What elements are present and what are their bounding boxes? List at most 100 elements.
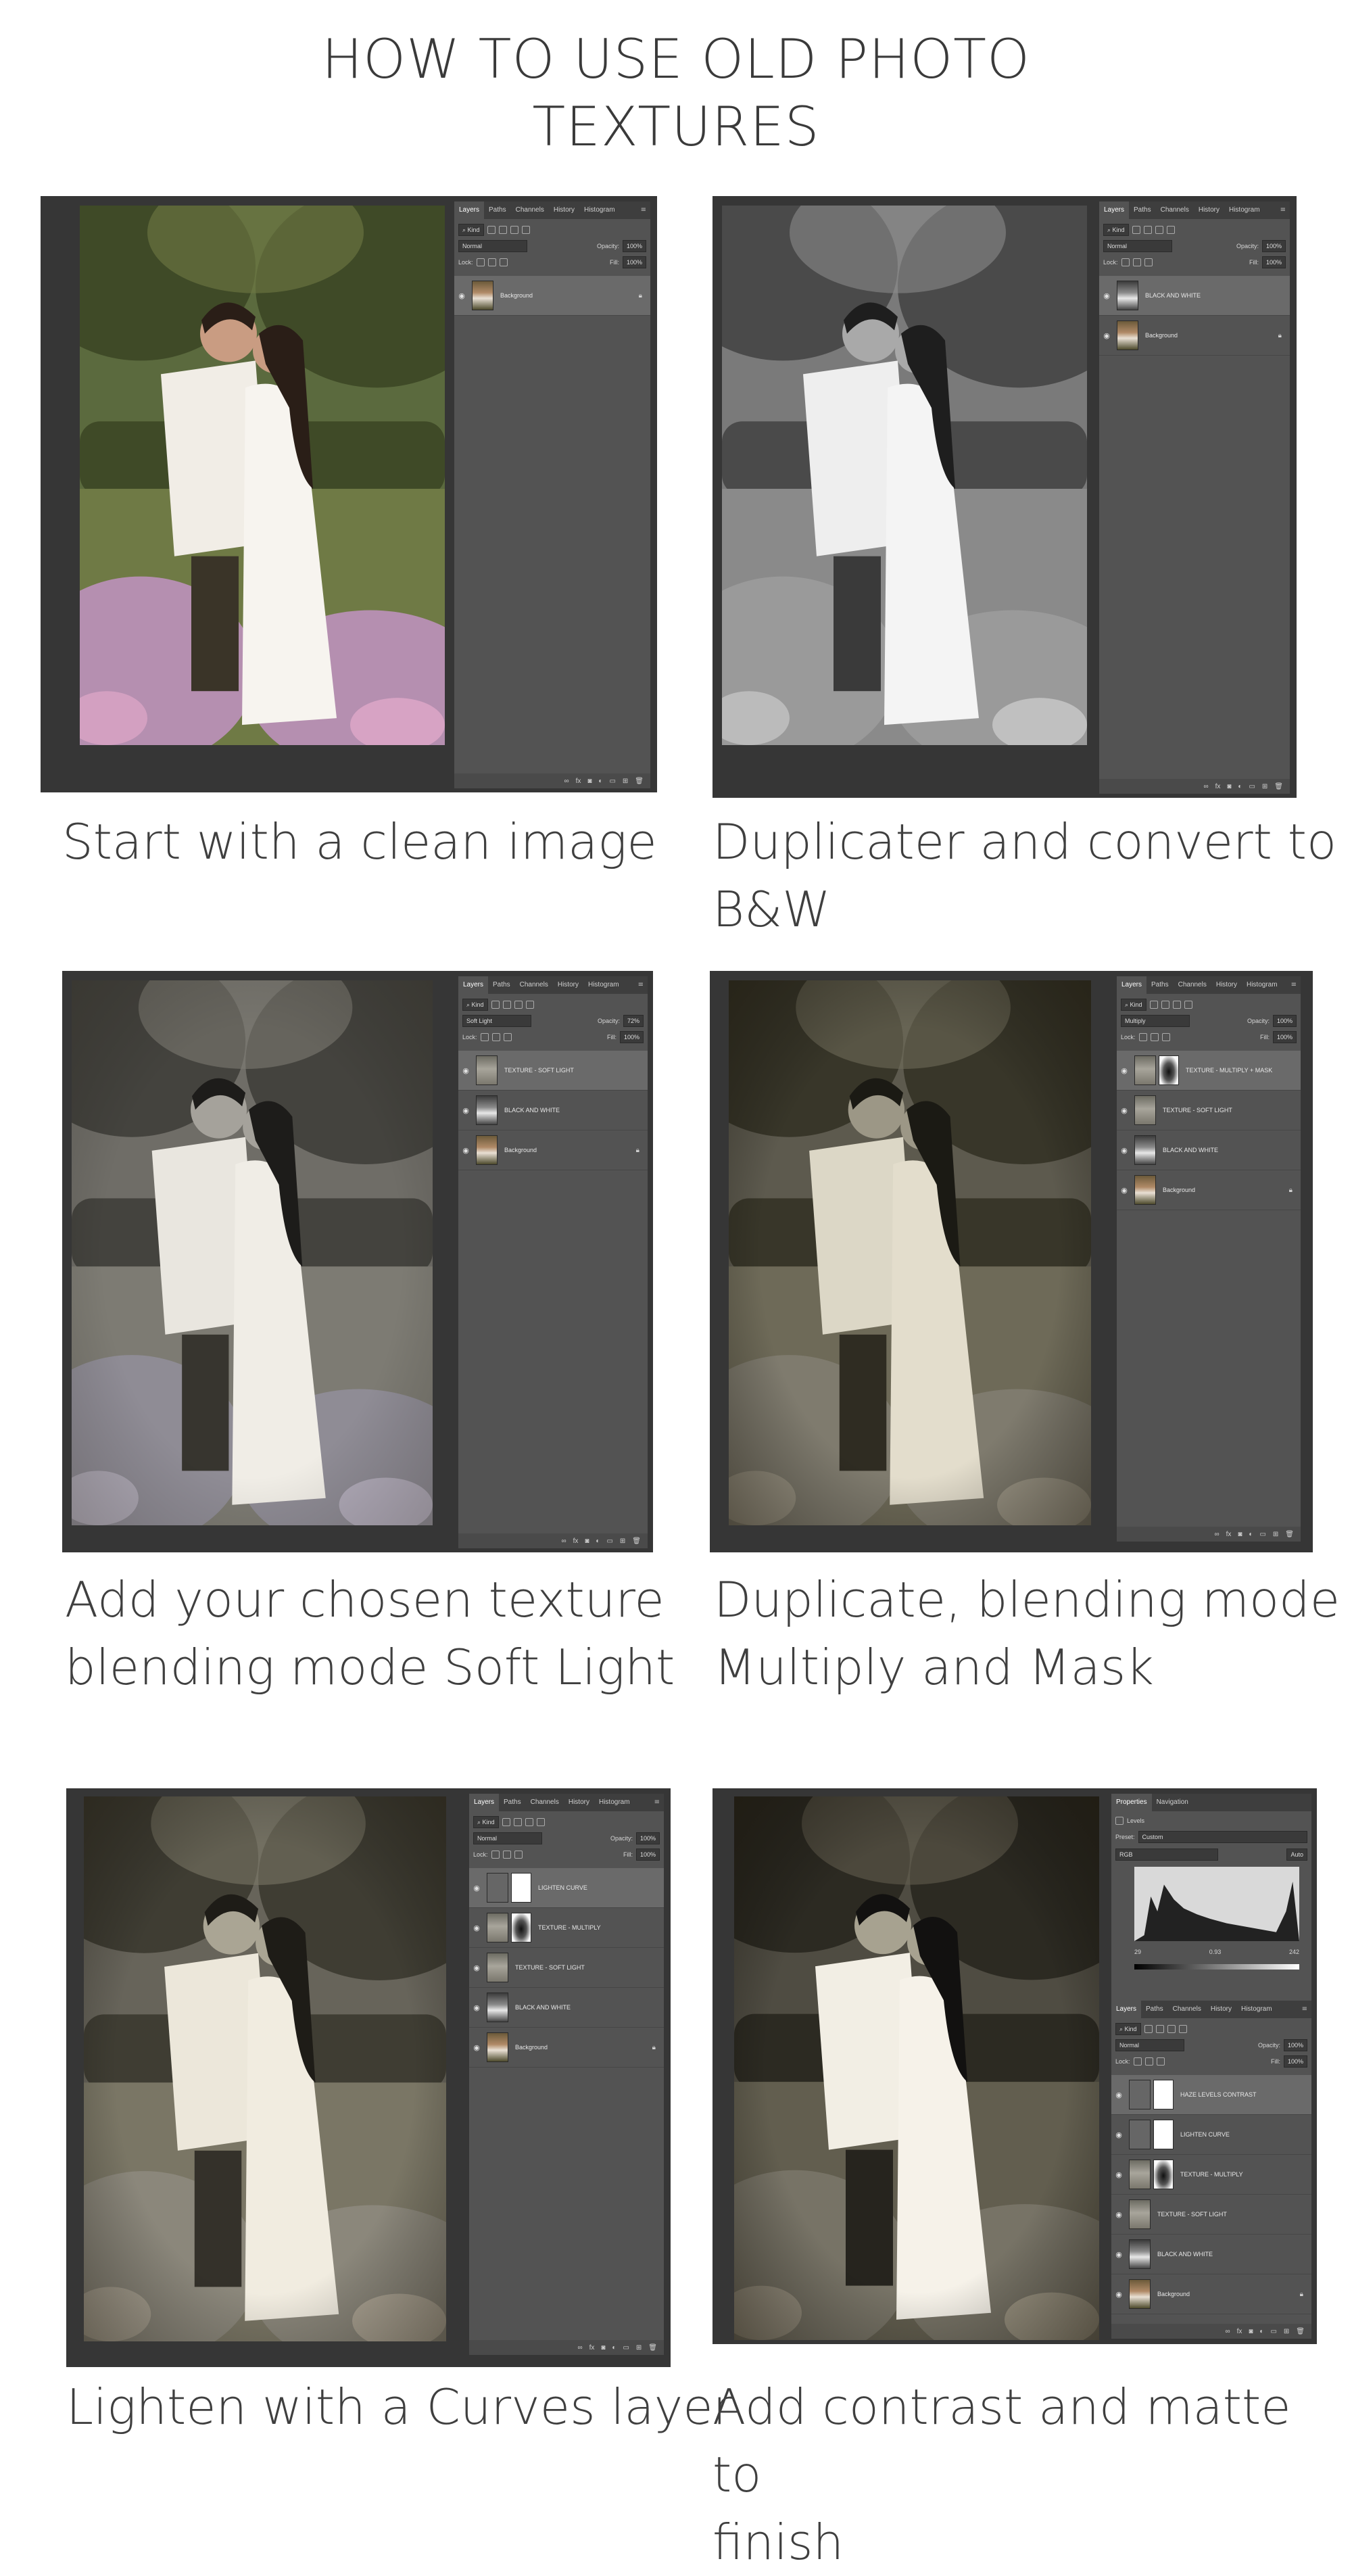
adjust-filter-icon[interactable] bbox=[1161, 1001, 1169, 1009]
new-group-icon[interactable]: ▭ bbox=[623, 2344, 629, 2352]
lock-position-icon[interactable] bbox=[502, 1851, 511, 1859]
layer-name[interactable]: TEXTURE - SOFT LIGHT bbox=[1163, 1107, 1232, 1114]
type-filter-icon[interactable] bbox=[1155, 226, 1163, 234]
lock-icon[interactable]: 🔒︎ bbox=[1278, 332, 1282, 339]
opacity-value[interactable]: 100% bbox=[1272, 1015, 1297, 1027]
lock-pixels-icon[interactable] bbox=[480, 1033, 489, 1041]
channel-select[interactable]: RGB bbox=[1115, 1848, 1218, 1861]
layer-row[interactable]: ◉ Background 🔒︎ bbox=[458, 1130, 648, 1170]
layer-row[interactable]: ◉ Background 🔒︎ bbox=[1117, 1170, 1301, 1210]
eye-icon[interactable]: ◉ bbox=[1111, 2290, 1126, 2299]
layer-mask-thumbnail[interactable] bbox=[1153, 2160, 1174, 2189]
layers-tab[interactable]: Layers bbox=[458, 976, 489, 994]
layers-tab[interactable]: Histogram bbox=[583, 976, 624, 994]
pixel-filter-icon[interactable] bbox=[502, 1818, 510, 1826]
layers-tab[interactable]: Histogram bbox=[1242, 976, 1282, 994]
layer-name[interactable]: Background bbox=[515, 2044, 548, 2051]
opacity-value[interactable]: 100% bbox=[1261, 240, 1286, 252]
fx-icon[interactable]: fx bbox=[576, 778, 581, 785]
opacity-value[interactable]: 100% bbox=[622, 240, 646, 252]
type-filter-icon[interactable] bbox=[514, 1001, 523, 1009]
fill-value[interactable]: 100% bbox=[1261, 256, 1286, 268]
layers-tab[interactable]: Histogram bbox=[1224, 201, 1265, 219]
eye-icon[interactable]: ◉ bbox=[458, 1066, 473, 1075]
adjust-filter-icon[interactable] bbox=[1155, 2025, 1164, 2033]
link-layers-icon[interactable]: ∞ bbox=[1214, 1531, 1219, 1538]
layers-tab[interactable]: History bbox=[553, 976, 583, 994]
eye-icon[interactable]: ◉ bbox=[458, 1106, 473, 1115]
layer-name[interactable]: HAZE LEVELS CONTRAST bbox=[1180, 2091, 1257, 2098]
adjustment-layer-icon[interactable]: ◐ bbox=[1249, 1531, 1253, 1538]
layers-tab[interactable]: Histogram bbox=[1236, 2001, 1277, 2018]
lock-icon[interactable]: 🔒︎ bbox=[639, 292, 642, 300]
eye-icon[interactable]: ◉ bbox=[1117, 1186, 1132, 1195]
layers-tab[interactable]: History bbox=[1206, 2001, 1236, 2018]
lock-pixels-icon[interactable] bbox=[1121, 258, 1130, 266]
new-layer-icon[interactable]: ⊞ bbox=[1262, 783, 1268, 790]
layer-row[interactable]: ◉ TEXTURE - SOFT LIGHT bbox=[1117, 1091, 1301, 1130]
layers-tab[interactable]: Layers bbox=[1117, 976, 1147, 994]
layer-row[interactable]: ◉ BLACK AND WHITE bbox=[1117, 1130, 1301, 1170]
lock-icon[interactable]: 🔒︎ bbox=[636, 1147, 639, 1154]
link-layers-icon[interactable]: ∞ bbox=[1203, 783, 1208, 790]
shape-filter-icon[interactable] bbox=[525, 1001, 534, 1009]
layer-name[interactable]: LIGHTEN CURVE bbox=[1180, 2131, 1230, 2138]
type-filter-icon[interactable] bbox=[525, 1818, 533, 1826]
add-mask-icon[interactable]: ◙ bbox=[1249, 2328, 1253, 2335]
layers-tab[interactable]: Paths bbox=[488, 976, 515, 994]
layer-name[interactable]: BLACK AND WHITE bbox=[1145, 292, 1201, 299]
blend-mode-select[interactable]: Normal bbox=[458, 240, 527, 252]
eye-icon[interactable]: ◉ bbox=[454, 291, 469, 300]
layer-row[interactable]: ◉ LIGHTEN CURVE bbox=[469, 1868, 664, 1908]
shape-filter-icon[interactable] bbox=[1178, 2025, 1187, 2033]
lock-icon[interactable]: 🔒︎ bbox=[1289, 1187, 1293, 1194]
layer-row[interactable]: ◉ TEXTURE - MULTIPLY + MASK bbox=[1117, 1051, 1301, 1091]
adjustment-layer-icon[interactable]: ◐ bbox=[596, 1537, 600, 1545]
new-layer-icon[interactable]: ⊞ bbox=[620, 1537, 625, 1545]
lock-all-icon[interactable] bbox=[503, 1033, 512, 1041]
input-white-value[interactable]: 242 bbox=[1289, 1949, 1299, 1955]
pixel-filter-icon[interactable] bbox=[1132, 226, 1140, 234]
layer-row[interactable]: ◉ BLACK AND WHITE bbox=[469, 1988, 664, 2028]
trash-icon[interactable]: 🗑︎ bbox=[635, 778, 644, 785]
type-filter-icon[interactable] bbox=[1167, 2025, 1176, 2033]
fill-value[interactable]: 100% bbox=[635, 1848, 660, 1861]
hamburger-menu-icon[interactable]: ≡ bbox=[1280, 201, 1286, 219]
layer-name[interactable]: BLACK AND WHITE bbox=[1157, 2251, 1213, 2258]
properties-tab[interactable]: Properties bbox=[1111, 1794, 1152, 1811]
trash-icon[interactable]: 🗑︎ bbox=[632, 1537, 641, 1545]
layers-tab[interactable]: Layers bbox=[469, 1794, 500, 1811]
layer-row[interactable]: ◉ TEXTURE - MULTIPLY bbox=[1111, 2155, 1311, 2195]
layer-row[interactable]: ◉ Background 🔒︎ bbox=[1099, 316, 1290, 356]
layers-tab[interactable]: History bbox=[549, 201, 579, 219]
layer-name[interactable]: TEXTURE - MULTIPLY + MASK bbox=[1186, 1067, 1272, 1074]
layer-mask-thumbnail[interactable] bbox=[511, 1913, 531, 1942]
link-layers-icon[interactable]: ∞ bbox=[561, 1537, 566, 1545]
lock-position-icon[interactable] bbox=[487, 258, 496, 266]
new-group-icon[interactable]: ▭ bbox=[1249, 783, 1255, 790]
layers-tab[interactable]: Paths bbox=[1141, 2001, 1168, 2018]
layers-tab[interactable]: Channels bbox=[511, 201, 549, 219]
eye-icon[interactable]: ◉ bbox=[1117, 1106, 1132, 1115]
new-group-icon[interactable]: ▭ bbox=[606, 1537, 612, 1545]
pixel-filter-icon[interactable] bbox=[1144, 2025, 1153, 2033]
shape-filter-icon[interactable] bbox=[521, 226, 530, 234]
layer-name[interactable]: BLACK AND WHITE bbox=[504, 1107, 560, 1114]
shape-filter-icon[interactable] bbox=[1184, 1001, 1192, 1009]
add-mask-icon[interactable]: ◙ bbox=[601, 2344, 605, 2352]
new-layer-icon[interactable]: ⊞ bbox=[636, 2344, 642, 2352]
layer-name[interactable]: TEXTURE - SOFT LIGHT bbox=[515, 1964, 585, 1971]
layer-name[interactable]: Background bbox=[1163, 1187, 1195, 1193]
kind-filter[interactable]: ⌕ Kind bbox=[1103, 224, 1129, 236]
fx-icon[interactable]: fx bbox=[573, 1537, 579, 1545]
hamburger-menu-icon[interactable]: ≡ bbox=[1302, 2001, 1307, 2018]
layer-row[interactable]: ◉ Background 🔒︎ bbox=[1111, 2274, 1311, 2314]
kind-filter[interactable]: ⌕ Kind bbox=[1115, 2023, 1141, 2035]
fx-icon[interactable]: fx bbox=[589, 2344, 595, 2352]
opacity-value[interactable]: 72% bbox=[623, 1015, 644, 1027]
lock-position-icon[interactable] bbox=[491, 1033, 500, 1041]
eye-icon[interactable]: ◉ bbox=[1099, 291, 1114, 300]
blend-mode-select[interactable]: Normal bbox=[473, 1832, 542, 1844]
layer-row[interactable]: ◉ TEXTURE - MULTIPLY bbox=[469, 1908, 664, 1948]
layers-tab[interactable]: History bbox=[1194, 201, 1224, 219]
